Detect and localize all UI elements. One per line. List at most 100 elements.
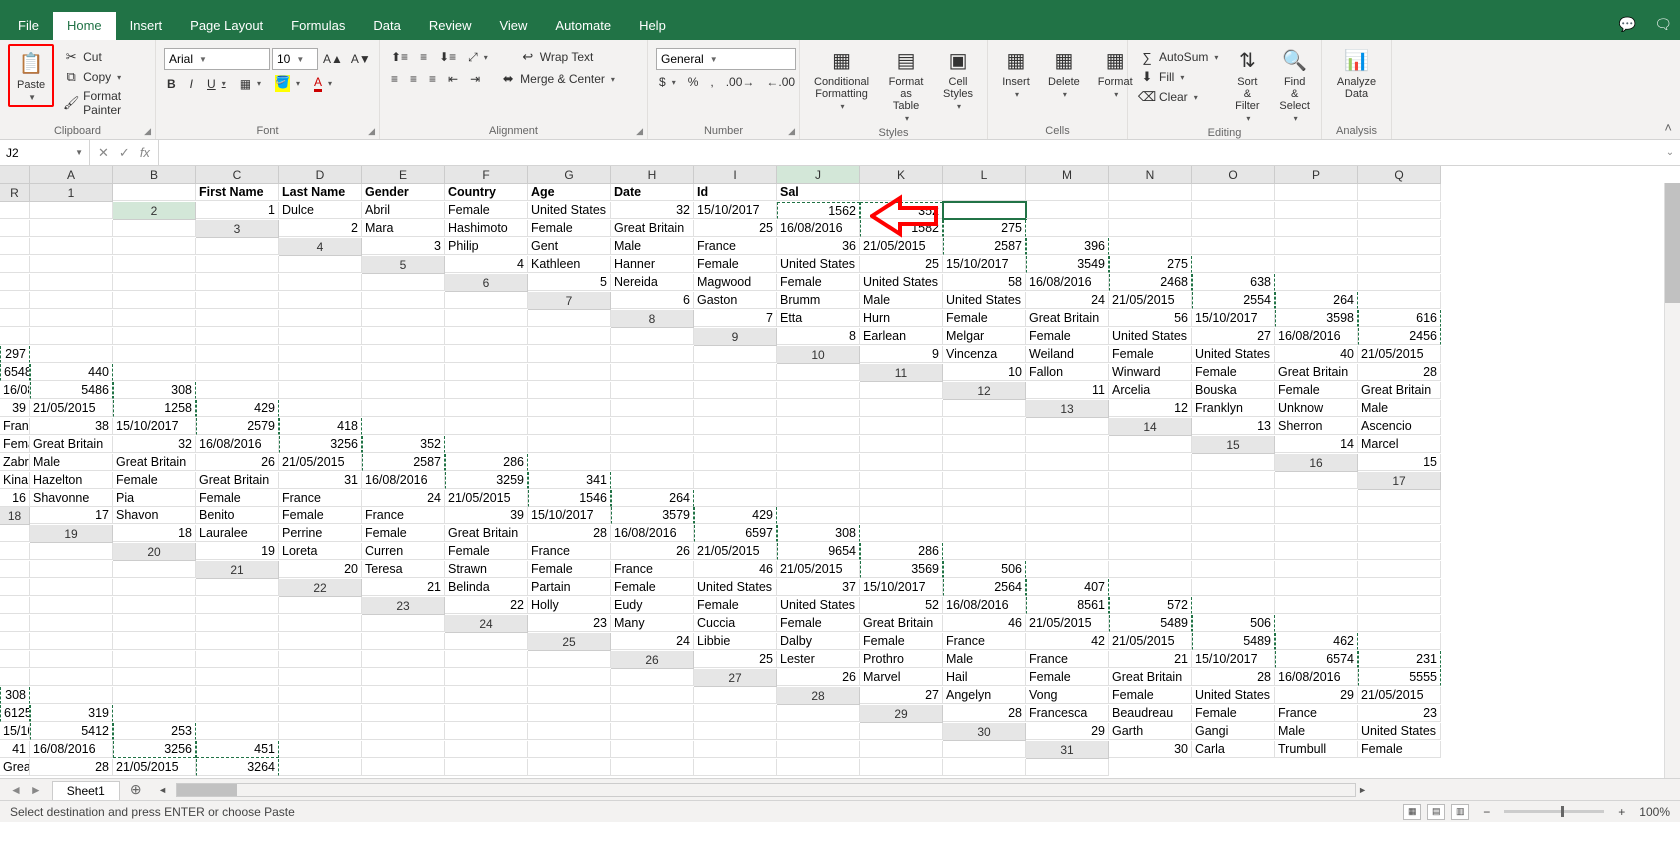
cell[interactable] [943, 507, 1026, 524]
cell[interactable]: 39 [0, 400, 30, 417]
cell[interactable] [860, 382, 943, 399]
cell[interactable]: 341 [528, 472, 611, 489]
cell[interactable]: 3256 [113, 741, 196, 758]
cell[interactable]: 21/05/2015 [1358, 687, 1441, 704]
row-header[interactable]: 28 [777, 687, 860, 705]
cell[interactable] [1109, 543, 1192, 560]
cell[interactable] [30, 687, 113, 704]
cell[interactable]: 462 [1275, 633, 1358, 650]
cell[interactable]: 37 [777, 579, 860, 596]
cell[interactable]: 36 [777, 238, 860, 255]
horizontal-scrollbar[interactable] [176, 783, 1356, 797]
cell[interactable]: 12 [1109, 400, 1192, 417]
cell[interactable]: Shavon [113, 507, 196, 524]
cell[interactable]: Male [1358, 400, 1441, 417]
cell[interactable]: 6 [611, 292, 694, 309]
cell[interactable]: Carla [1192, 741, 1275, 758]
sort-filter-button[interactable]: ⇅Sort & Filter▾ [1227, 44, 1267, 125]
cell[interactable] [860, 490, 943, 507]
cell[interactable] [777, 741, 860, 758]
cell[interactable]: 418 [279, 418, 362, 435]
cell[interactable] [1358, 256, 1441, 273]
cell[interactable]: 2456 [1358, 328, 1441, 345]
cell[interactable]: 308 [113, 382, 196, 399]
cell[interactable] [528, 310, 611, 327]
row-header[interactable]: 2 [113, 202, 196, 220]
cell[interactable] [860, 507, 943, 524]
border-button[interactable]: ▦▾ [237, 76, 264, 92]
cell[interactable]: 52 [860, 597, 943, 614]
cell[interactable]: United States [1192, 687, 1275, 704]
cell[interactable]: 16 [0, 490, 30, 507]
cell[interactable] [113, 615, 196, 632]
cell[interactable]: Hanner [611, 256, 694, 273]
cell[interactable] [528, 687, 611, 704]
share-icon[interactable]: 🗨 [1654, 16, 1672, 33]
cell[interactable]: 6597 [694, 525, 777, 542]
cell[interactable] [1358, 561, 1441, 578]
cell[interactable] [30, 328, 113, 345]
cell[interactable]: Curren [362, 543, 445, 560]
cell[interactable] [1026, 472, 1109, 489]
column-header[interactable]: C [196, 166, 279, 184]
zoom-in-button[interactable]: + [1618, 805, 1625, 819]
cell[interactable] [30, 615, 113, 632]
cell[interactable]: Female [860, 633, 943, 650]
increase-font-icon[interactable]: A▲ [320, 51, 346, 67]
cell[interactable]: 21/05/2015 [1109, 633, 1192, 650]
font-name-combo[interactable]: Arial▼ [164, 48, 270, 70]
page-layout-view-button[interactable]: ▤ [1427, 804, 1445, 820]
cell[interactable]: 2468 [1109, 274, 1192, 291]
cell[interactable]: Prothro [860, 651, 943, 668]
cell[interactable] [611, 723, 694, 740]
cell[interactable] [611, 759, 694, 776]
cell[interactable]: 5555 [1358, 669, 1441, 686]
cell[interactable] [1026, 220, 1109, 237]
cell[interactable] [445, 705, 528, 722]
cell[interactable]: Sherron [1275, 418, 1358, 435]
cell[interactable] [1275, 561, 1358, 578]
cell[interactable] [279, 633, 362, 650]
cell[interactable]: 28 [1358, 364, 1441, 381]
row-header[interactable]: 15 [1192, 436, 1275, 454]
cell[interactable] [1192, 597, 1275, 614]
header-cell[interactable]: Sal [777, 184, 860, 201]
cell[interactable]: Great Britain [1358, 382, 1441, 399]
cell[interactable]: 32 [113, 436, 196, 453]
cell[interactable]: 18 [113, 525, 196, 542]
cell[interactable]: 56 [1109, 310, 1192, 327]
number-format-combo[interactable]: General▼ [656, 48, 796, 70]
cell[interactable]: 5486 [30, 382, 113, 399]
cell[interactable]: France [362, 507, 445, 524]
cell[interactable]: 15/10/2017 [1192, 310, 1275, 327]
cell[interactable]: 15 [1358, 454, 1441, 471]
cell[interactable]: 21/05/2015 [1026, 615, 1109, 632]
column-header[interactable]: B [113, 166, 196, 184]
cell[interactable] [113, 633, 196, 650]
cell[interactable]: Belinda [445, 579, 528, 596]
dialog-launcher-icon[interactable]: ◢ [368, 126, 375, 137]
cell[interactable]: 15/10/2017 [1192, 651, 1275, 668]
cell[interactable]: 308 [777, 525, 860, 542]
cell[interactable]: Lester [777, 651, 860, 668]
normal-view-button[interactable]: ▦ [1403, 804, 1421, 820]
cell[interactable]: 26 [196, 454, 279, 471]
cell[interactable] [30, 669, 113, 686]
cell[interactable] [1109, 454, 1192, 471]
cell[interactable]: 16/08/2016 [777, 220, 860, 237]
cell[interactable] [279, 274, 362, 291]
cell[interactable]: Female [943, 310, 1026, 327]
cell[interactable] [362, 274, 445, 291]
cell[interactable]: Male [943, 651, 1026, 668]
cell[interactable] [611, 687, 694, 704]
cell[interactable]: Female [1192, 364, 1275, 381]
cell[interactable] [1192, 220, 1275, 237]
cell[interactable] [362, 615, 445, 632]
cell[interactable] [611, 346, 694, 363]
tab-file[interactable]: File [4, 12, 53, 40]
cell[interactable]: 3598 [1275, 310, 1358, 327]
cell[interactable]: Female [445, 543, 528, 560]
cell[interactable]: 9654 [777, 543, 860, 560]
cell[interactable]: United States [1109, 328, 1192, 345]
cell[interactable] [1358, 615, 1441, 632]
